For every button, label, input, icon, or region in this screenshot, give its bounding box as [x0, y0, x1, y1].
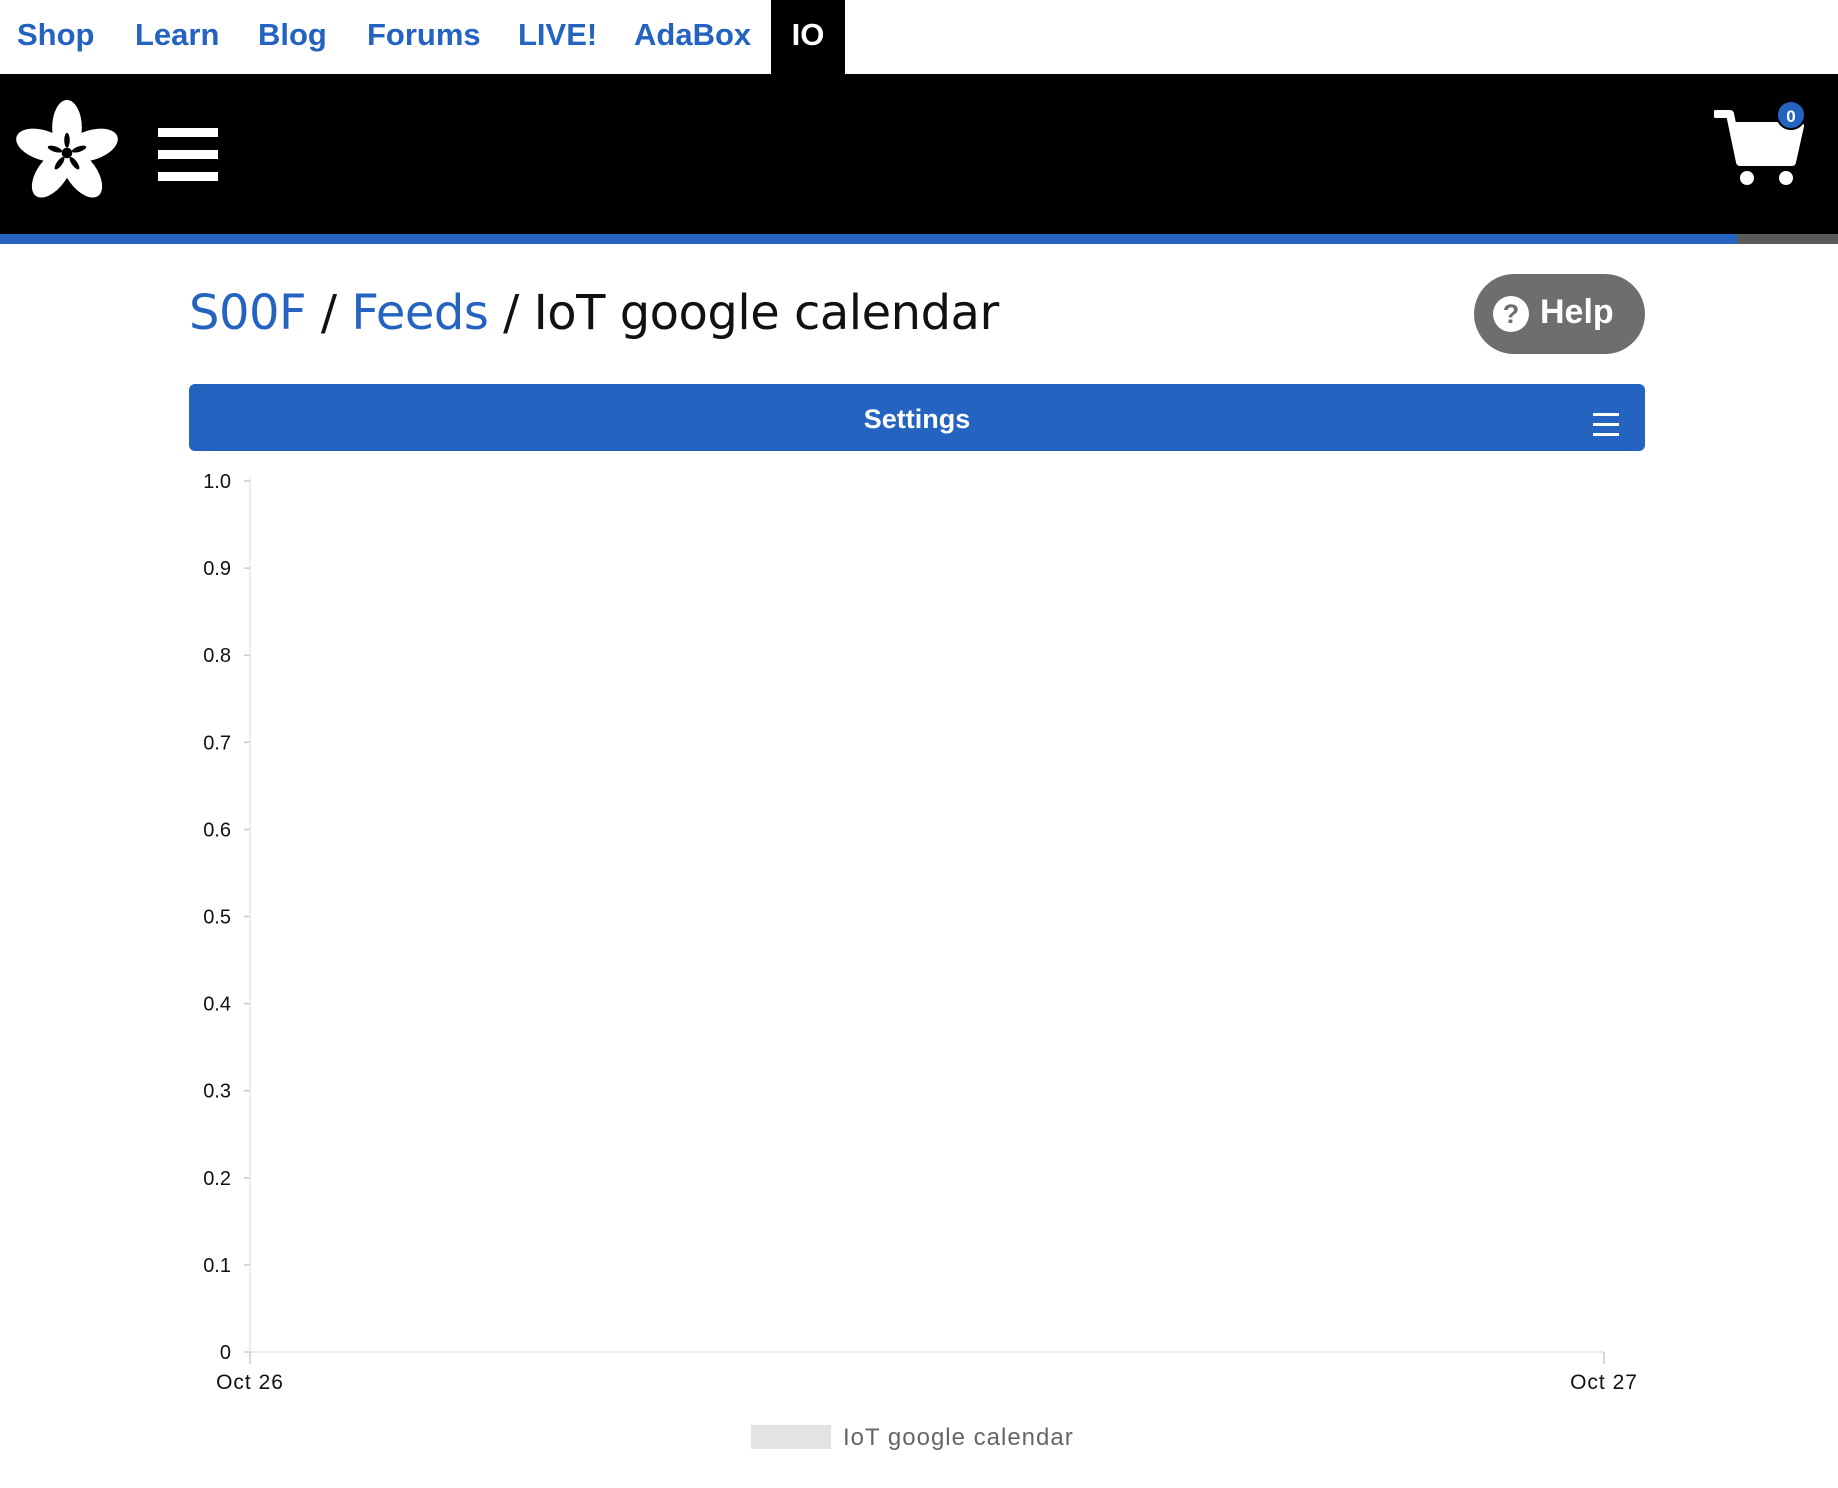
legend-label: IoT google calendar: [843, 1424, 1074, 1451]
y-tick-label: 0.5: [203, 907, 231, 929]
y-tick-label: 0.8: [203, 645, 231, 667]
y-tick-label: 0.6: [203, 819, 231, 841]
y-tick-label: 0.1: [203, 1255, 231, 1277]
y-tick-label: 0.9: [203, 558, 231, 580]
feed-chart: 0 0.1 0.2 0.3 0.4 0.5 0.6 0.7 0.8 0.9 1.0 Oct 26 Oc…: [203, 471, 1638, 1451]
y-tick-label: 0.7: [203, 732, 231, 754]
legend-swatch: [751, 1425, 831, 1449]
y-tick-label: 0: [220, 1342, 231, 1364]
y-tick-label: 0.4: [203, 994, 231, 1016]
x-tick-label: Oct 26: [216, 1371, 284, 1394]
y-tick-label: 1.0: [203, 471, 231, 493]
y-tick-label: 0.2: [203, 1168, 231, 1190]
x-tick-label: Oct 27: [1570, 1371, 1638, 1394]
y-tick-label: 0.3: [203, 1081, 231, 1103]
